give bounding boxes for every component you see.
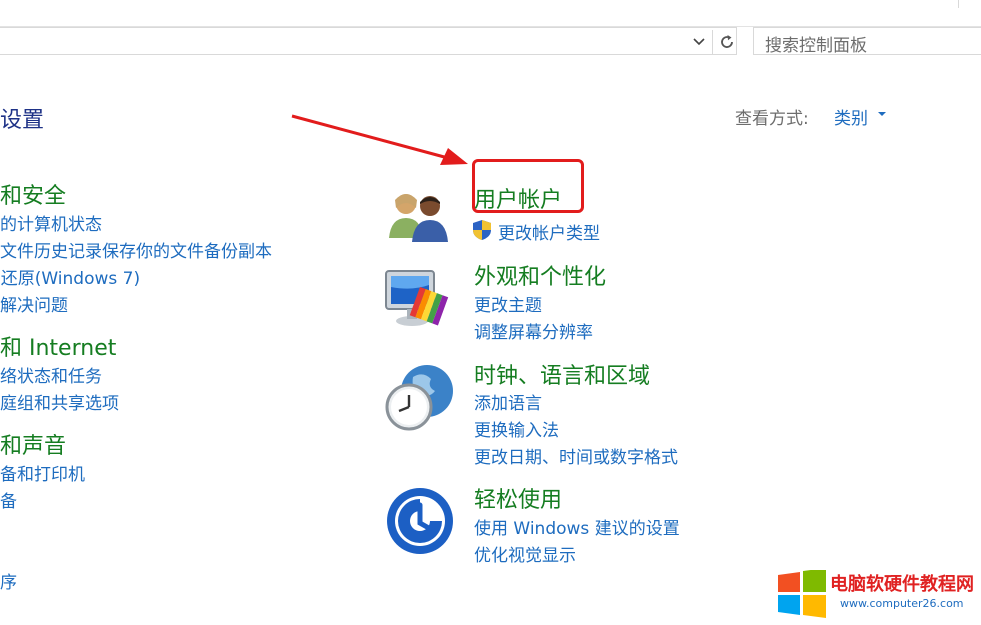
users-icon — [389, 194, 448, 242]
category-clock-language-region[interactable]: 时钟、语言和区域 — [474, 358, 650, 390]
address-bar[interactable] — [0, 27, 737, 55]
clock-globe-icon — [385, 365, 453, 431]
category-appearance[interactable]: 外观和个性化 — [474, 259, 606, 291]
link-network-status[interactable]: 络状态和任务 — [0, 362, 102, 387]
category-ease-of-access[interactable]: 轻松使用 — [474, 482, 562, 514]
refresh-button[interactable] — [716, 31, 738, 53]
view-by-dropdown[interactable]: 类别 — [834, 104, 868, 129]
search-input[interactable]: 搜索控制面板 — [753, 27, 981, 56]
window-control-edge — [958, 0, 981, 8]
link-change-date-time-format[interactable]: 更改日期、时间或数字格式 — [474, 443, 678, 468]
link-change-account-type[interactable]: 更改帐户类型 — [498, 219, 600, 244]
link-file-history[interactable]: 文件历史记录保存你的文件备份副本 — [0, 237, 272, 262]
link-troubleshoot[interactable]: 解决问题 — [0, 291, 68, 316]
title-bar — [0, 0, 981, 27]
chevron-down-icon — [693, 38, 705, 46]
uac-shield-icon — [473, 220, 491, 240]
annotation-arrow-icon — [291, 114, 468, 165]
category-network-internet[interactable]: 和 Internet — [0, 330, 116, 362]
link-change-theme[interactable]: 更改主题 — [474, 291, 542, 316]
link-homegroup[interactable]: 庭组和共享选项 — [0, 389, 119, 414]
category-system-security[interactable]: 和安全 — [0, 178, 66, 210]
link-uninstall-program[interactable]: 序 — [0, 568, 17, 593]
ease-of-access-icon — [387, 488, 453, 554]
link-add-language[interactable]: 添加语言 — [474, 389, 542, 414]
view-by-label: 查看方式: — [735, 109, 809, 129]
link-add-device[interactable]: 备 — [0, 487, 17, 512]
watermark-title: 电脑软硬件教程网 — [830, 574, 974, 595]
link-review-status[interactable]: 的计算机状态 — [0, 210, 102, 235]
link-adjust-resolution[interactable]: 调整屏幕分辨率 — [474, 318, 593, 343]
link-change-input-method[interactable]: 更换输入法 — [474, 416, 559, 441]
link-backup-restore[interactable]: i还原(Windows 7) — [0, 264, 140, 289]
page-title: 设置 — [0, 108, 45, 133]
address-dropdown-button[interactable] — [688, 31, 710, 53]
caret-down-icon[interactable] — [878, 112, 886, 116]
link-windows-suggested-settings[interactable]: 使用 Windows 建议的设置 — [474, 514, 680, 539]
address-separator — [712, 30, 713, 54]
category-hardware-sound[interactable]: 和声音 — [0, 428, 66, 460]
category-user-accounts[interactable]: 用户帐户 — [474, 182, 562, 214]
link-devices-printers[interactable]: 备和打印机 — [0, 460, 85, 485]
refresh-icon — [721, 35, 733, 48]
appearance-icon — [385, 270, 449, 326]
watermark-url: www.computer26.com — [840, 597, 964, 610]
link-optimize-visual-display[interactable]: 优化视觉显示 — [474, 541, 576, 566]
windows-logo-icon — [778, 570, 826, 618]
